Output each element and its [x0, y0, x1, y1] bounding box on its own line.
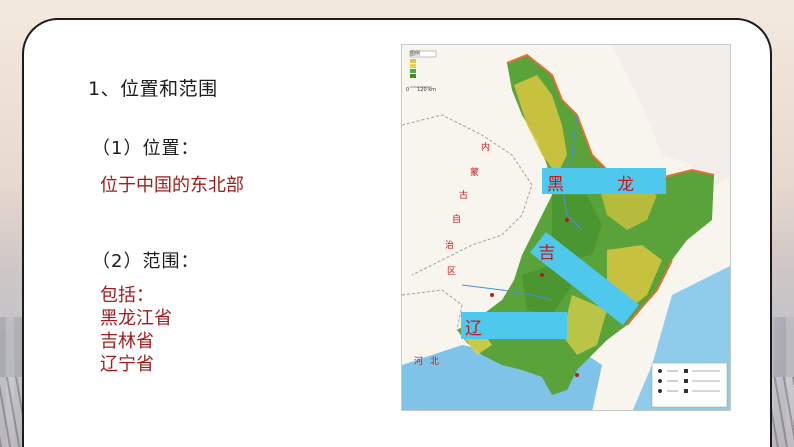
map-neighbor-char: 治 — [445, 241, 455, 251]
map-neighbor-char: 蒙 — [470, 168, 480, 178]
scope-line: 辽宁省 — [100, 354, 154, 375]
map-graphic — [402, 45, 730, 410]
scope-line: 吉林省 — [100, 331, 154, 352]
map-neighbor-char: 内 — [481, 143, 491, 153]
scope-line: 包括： — [100, 285, 154, 306]
location-text: 位于中国的东北部 — [100, 175, 244, 196]
section-heading: 1、位置和范围 — [88, 78, 218, 100]
heilongjiang-char-1: 黑 — [547, 175, 564, 195]
scope-list: 包括： 黑龙江省 吉林省 辽宁省 — [100, 284, 172, 376]
liaoning-label: 辽 — [461, 312, 567, 339]
map-neighbor-char: 自 — [452, 215, 462, 225]
map-neighbor-char: 古 — [459, 191, 469, 201]
scope-line: 黑龙江省 — [100, 308, 172, 329]
northeast-china-map — [401, 44, 731, 411]
scope-heading: （2）范围： — [92, 251, 200, 272]
map-scale: 0 120 km — [406, 87, 437, 93]
map-neighbor-char: 北 — [430, 357, 440, 367]
jilin-char: 吉 — [538, 243, 556, 264]
map-legend-title: 图例 — [410, 51, 421, 57]
heilongjiang-char-2: 龙 — [617, 175, 634, 195]
slide: 1、位置和范围 （1）位置： 位于中国的东北部 （2）范围： 包括： 黑龙江省 … — [0, 0, 794, 447]
heilongjiang-label: 黑 龙 — [542, 168, 666, 195]
liaoning-char: 辽 — [465, 319, 482, 339]
map-neighbor-char: 河 — [414, 357, 424, 367]
location-heading: （1）位置： — [92, 138, 200, 159]
map-neighbor-char: 区 — [447, 267, 457, 277]
